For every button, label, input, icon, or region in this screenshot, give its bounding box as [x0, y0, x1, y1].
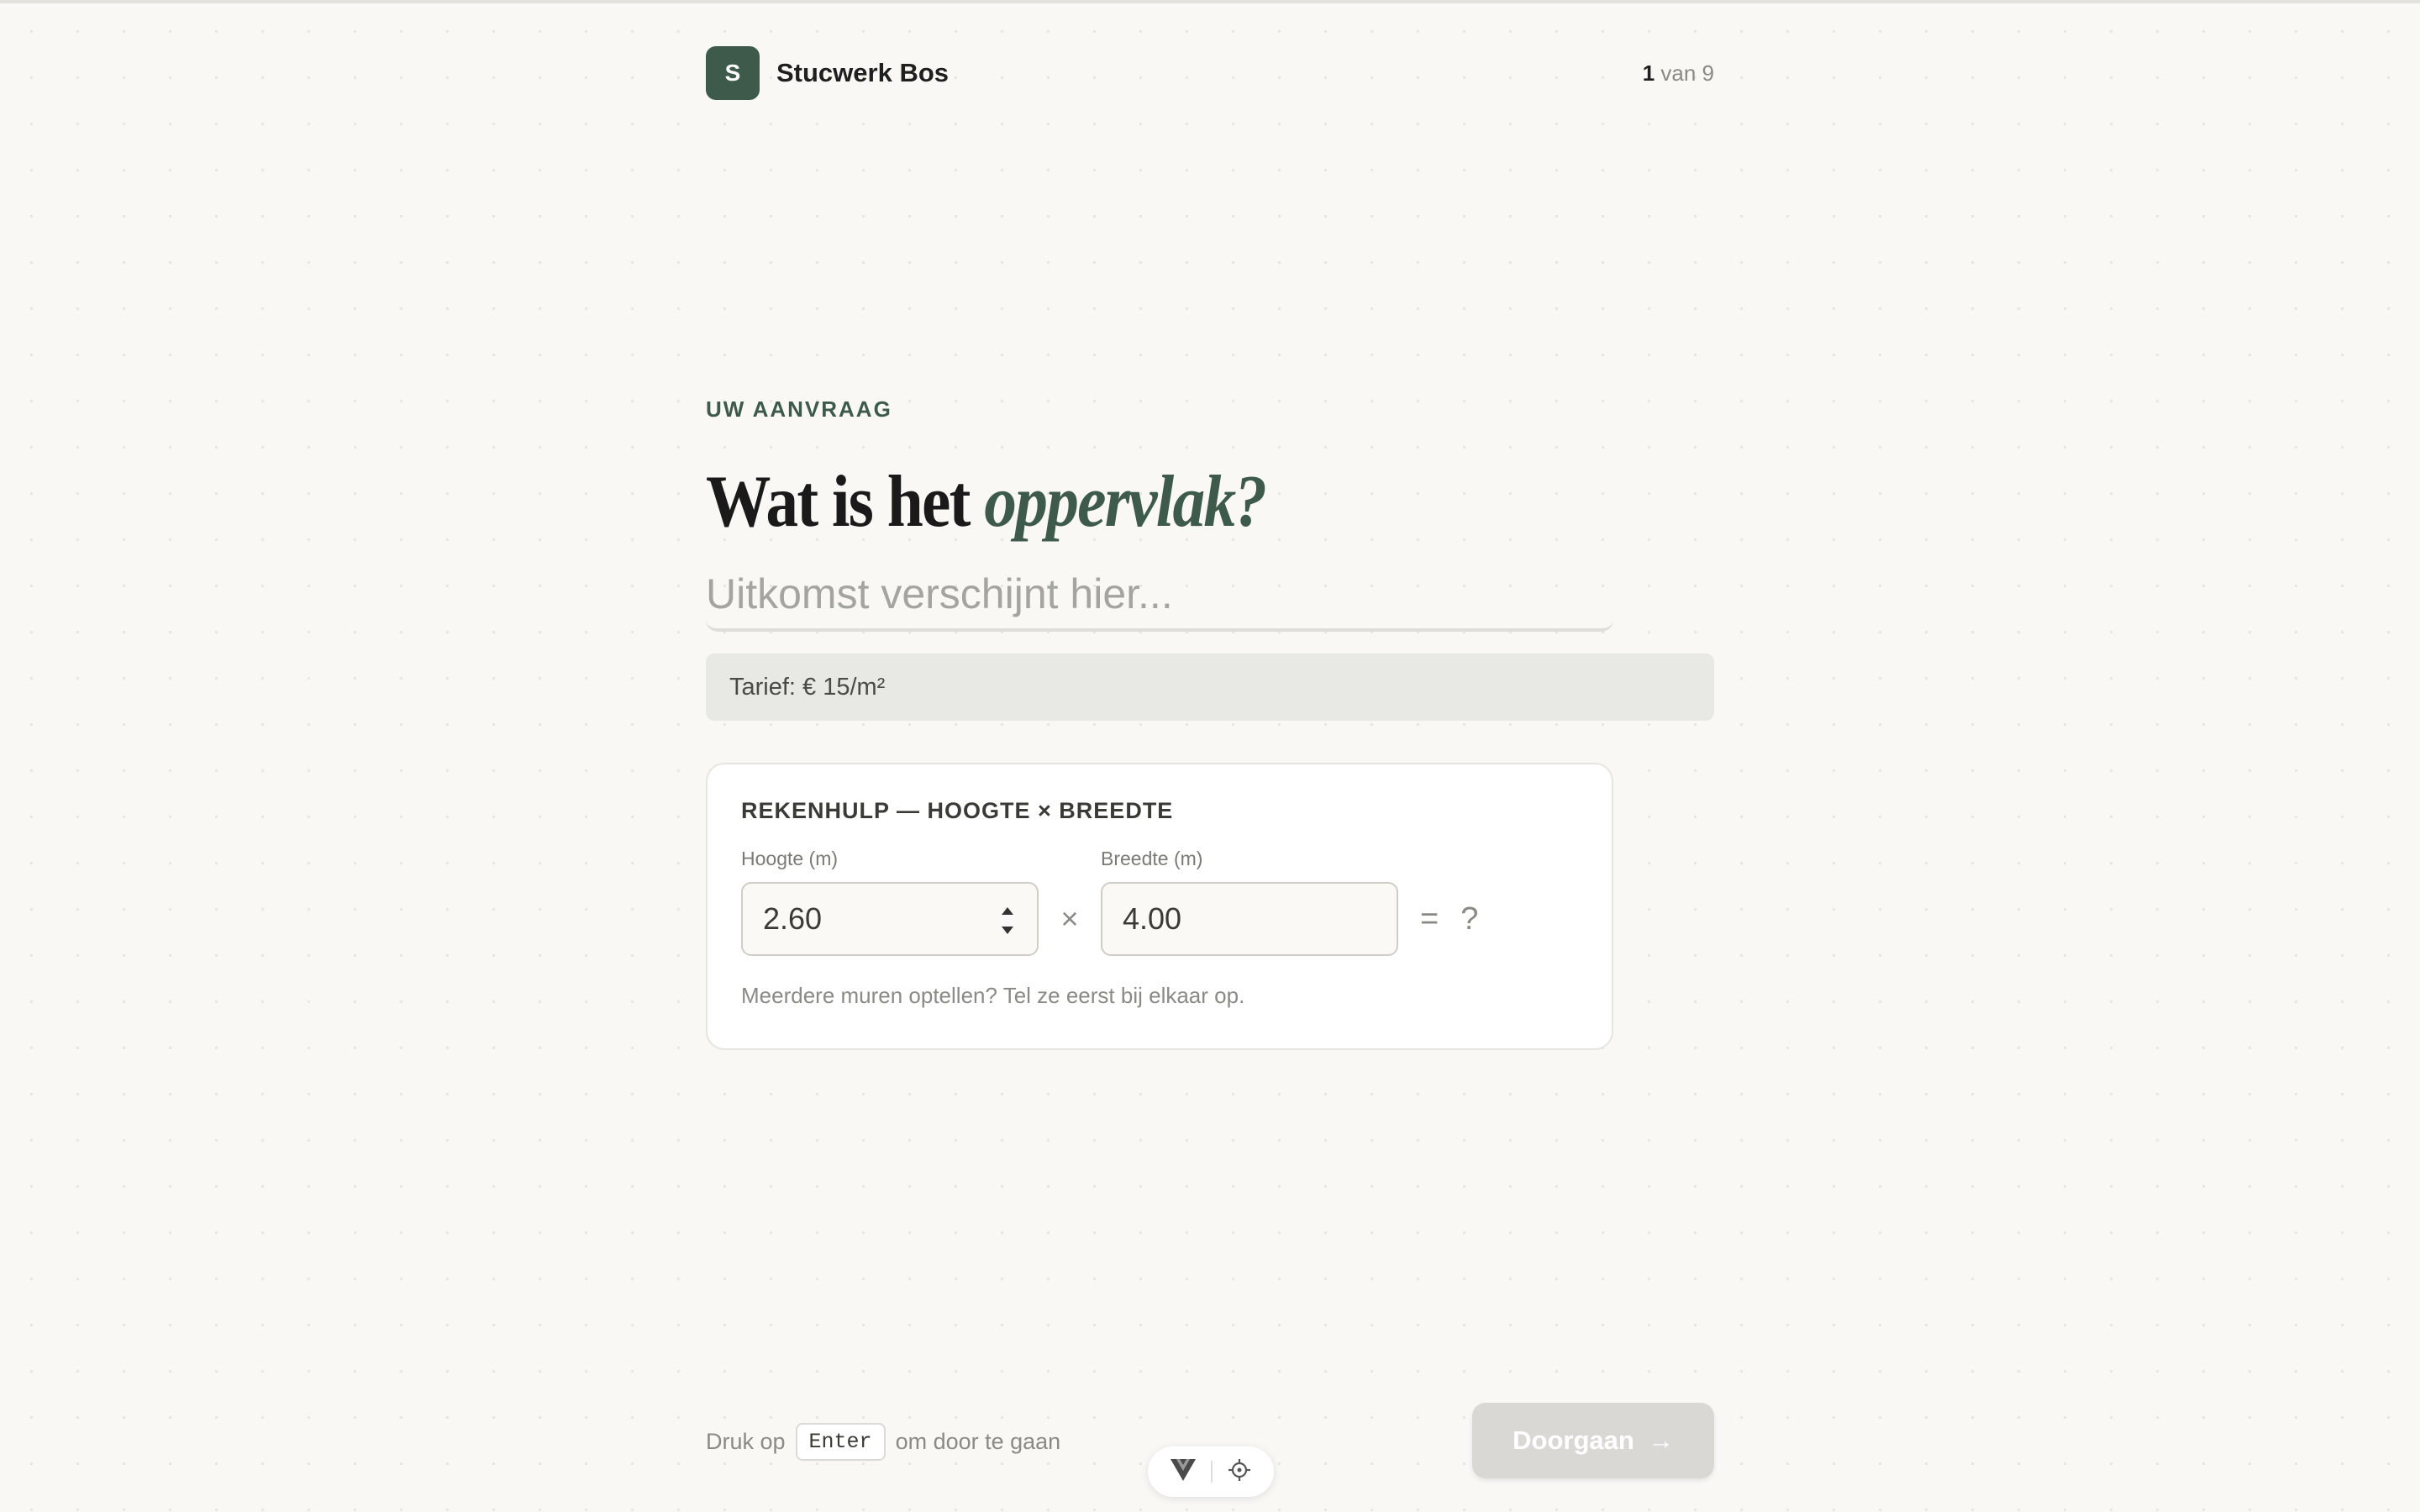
height-label: Hoogte (m) [741, 848, 839, 869]
calculator-row: Hoogte (m) × Breedte (m) = ? [741, 848, 1578, 956]
keyboard-hint-after: om door te gaan [895, 1428, 1061, 1454]
continue-button[interactable]: Doorgaan → [1472, 1403, 1714, 1478]
question-panel: UW AANVRAAG Wat is het oppervlak? Tarief… [706, 395, 1714, 1050]
question-title-accent: oppervlak? [984, 461, 1267, 543]
keyboard-hint-before: Druk op [706, 1428, 786, 1454]
step-counter: 1 van 9 [1643, 60, 1714, 87]
width-input[interactable] [1123, 901, 1341, 937]
brand: S Stucwerk Bos [706, 46, 949, 100]
result-value: ? [1460, 900, 1479, 937]
section-eyebrow: UW AANVRAAG [706, 396, 892, 422]
arrow-right-icon: → [1647, 1425, 1674, 1455]
spinner-down-icon[interactable] [1002, 927, 1013, 934]
calculator-title: REKENHULP — HOOGTE × BREEDTE [741, 798, 1174, 823]
crosshair-icon[interactable] [1228, 1458, 1251, 1486]
step-current: 1 [1642, 60, 1655, 86]
width-field: Breedte (m) [1101, 848, 1398, 956]
width-box[interactable] [1101, 882, 1398, 956]
question-title: Wat is het oppervlak? [706, 462, 1593, 543]
brand-name: Stucwerk Bos [776, 58, 950, 87]
answer-field[interactable] [706, 559, 1613, 632]
question-title-plain: Wat is het [706, 461, 985, 543]
spinner-icon[interactable] [1000, 907, 1015, 934]
enter-key-badge: Enter [795, 1422, 886, 1461]
tariff-note: Tarief: € 15/m² [706, 654, 1714, 721]
answer-input[interactable] [706, 570, 1613, 618]
step-total: van 9 [1660, 60, 1714, 86]
times-sign: × [1060, 901, 1079, 936]
calculator-hint: Meerdere muren optellen? Tel ze eerst bi… [741, 983, 1245, 1008]
calculator-card: REKENHULP — HOOGTE × BREEDTE Hoogte (m) … [706, 763, 1613, 1050]
keyboard-hint: Druk op Enter om door te gaan [706, 1421, 1060, 1462]
equals-sign: = [1420, 900, 1439, 937]
spinner-up-icon[interactable] [1002, 907, 1013, 915]
width-label: Breedte (m) [1101, 848, 1203, 869]
toolbar-separator [1211, 1461, 1213, 1483]
vue-logo-icon[interactable] [1171, 1458, 1196, 1485]
header: S Stucwerk Bos 1 van 9 [706, 46, 1714, 100]
dev-toolbar[interactable] [1148, 1446, 1274, 1497]
height-input[interactable] [763, 901, 981, 937]
height-field: Hoogte (m) [741, 848, 1039, 956]
brand-logo: S [706, 46, 760, 100]
height-box[interactable] [741, 882, 1039, 956]
top-progress-line [0, 0, 2420, 3]
calculator-result: = ? [1420, 882, 1478, 956]
continue-label: Doorgaan [1512, 1425, 1634, 1455]
